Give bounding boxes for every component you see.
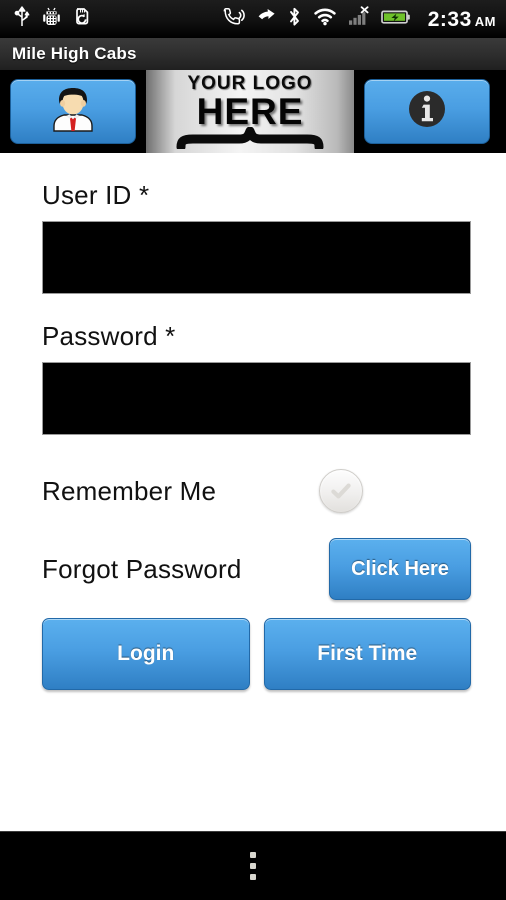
- login-form: User ID * Password * Remember Me Forgot …: [0, 153, 506, 690]
- login-button[interactable]: Login: [42, 618, 250, 690]
- app-title: Mile High Cabs: [12, 44, 137, 63]
- status-bar-clock: 2:33 AM: [428, 9, 496, 30]
- logo-line-2: HERE: [196, 90, 304, 132]
- header-band: YOUR LOGO HERE: [0, 70, 506, 153]
- click-here-button[interactable]: Click Here: [329, 538, 471, 600]
- status-bar: 2:33 AM: [0, 0, 506, 38]
- remember-me-row: Remember Me: [42, 468, 471, 514]
- password-input[interactable]: [42, 362, 471, 435]
- menu-dot: [250, 874, 256, 880]
- user-id-label: User ID *: [42, 180, 150, 210]
- user-id-input[interactable]: [42, 221, 471, 294]
- info-icon: [403, 85, 451, 138]
- company-logo: YOUR LOGO HERE: [146, 70, 354, 153]
- overflow-menu-icon[interactable]: [250, 852, 256, 880]
- app-title-bar: Mile High Cabs: [0, 38, 506, 70]
- account-button[interactable]: [10, 79, 136, 144]
- clock-time: 2:33: [427, 7, 472, 31]
- bluetooth-icon: [287, 6, 302, 33]
- usb-icon: [14, 5, 30, 33]
- app-screen: 2:33 AM Mile High Cabs YOUR LOGO HERE Us…: [0, 0, 506, 900]
- info-button[interactable]: [364, 79, 490, 144]
- first-time-button[interactable]: First Time: [263, 618, 471, 690]
- menu-dot: [250, 852, 256, 858]
- checkmark-icon: [331, 483, 351, 499]
- remember-me-checkbox[interactable]: [319, 469, 364, 513]
- sdcard-sync-icon: [73, 6, 93, 33]
- wifi-icon: [313, 6, 337, 33]
- forgot-password-label: Forgot Password: [42, 553, 242, 584]
- remember-me-label: Remember Me: [42, 475, 217, 506]
- forgot-password-row: Forgot Password Click Here: [42, 538, 471, 600]
- action-button-row: Login First Time: [42, 618, 471, 690]
- speakerphone-icon: [222, 6, 246, 33]
- system-nav-bar: [0, 831, 506, 900]
- clock-ampm: AM: [474, 13, 496, 29]
- status-bar-right-icons: 2:33 AM: [222, 5, 496, 33]
- password-label: Password *: [42, 321, 176, 351]
- user-avatar-icon: [45, 84, 101, 139]
- missed-call-icon: [257, 6, 276, 33]
- cell-signal-off-icon: [348, 5, 370, 33]
- android-debug-icon: [43, 6, 60, 33]
- logo-brace-icon: [175, 126, 325, 152]
- status-bar-left-icons: [14, 5, 93, 33]
- battery-charging-icon: [380, 6, 411, 33]
- menu-dot: [250, 863, 256, 869]
